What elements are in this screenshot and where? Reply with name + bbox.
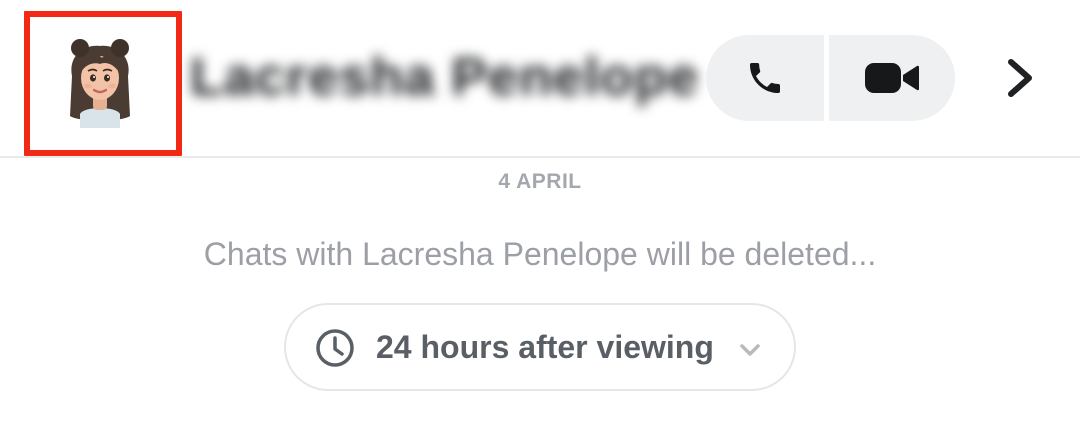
chat-duration-dropdown[interactable]: 24 hours after viewing xyxy=(284,303,796,391)
phone-icon xyxy=(750,63,780,93)
header-divider xyxy=(0,156,1080,158)
avatar[interactable] xyxy=(54,36,146,128)
contact-name[interactable]: Lacresha Penelope xyxy=(190,46,699,108)
more-button[interactable] xyxy=(990,48,1050,108)
date-label: 4 APRIL xyxy=(498,170,582,193)
clock-icon xyxy=(316,329,354,367)
chat-screen: Lacresha Penelope 4 APRIL Chats with Lac… xyxy=(0,0,1080,421)
chevron-right-icon xyxy=(1008,59,1032,97)
deletion-notice: Chats with Lacresha Penelope will be del… xyxy=(203,236,877,272)
chat-header: Lacresha Penelope xyxy=(0,0,1080,156)
video-camera-icon xyxy=(865,63,919,93)
video-call-button[interactable] xyxy=(829,35,955,121)
chevron-down-icon xyxy=(740,344,760,356)
bitmoji-avatar-icon xyxy=(70,39,130,128)
duration-label: 24 hours after viewing xyxy=(376,329,714,365)
voice-call-button[interactable] xyxy=(706,35,824,121)
